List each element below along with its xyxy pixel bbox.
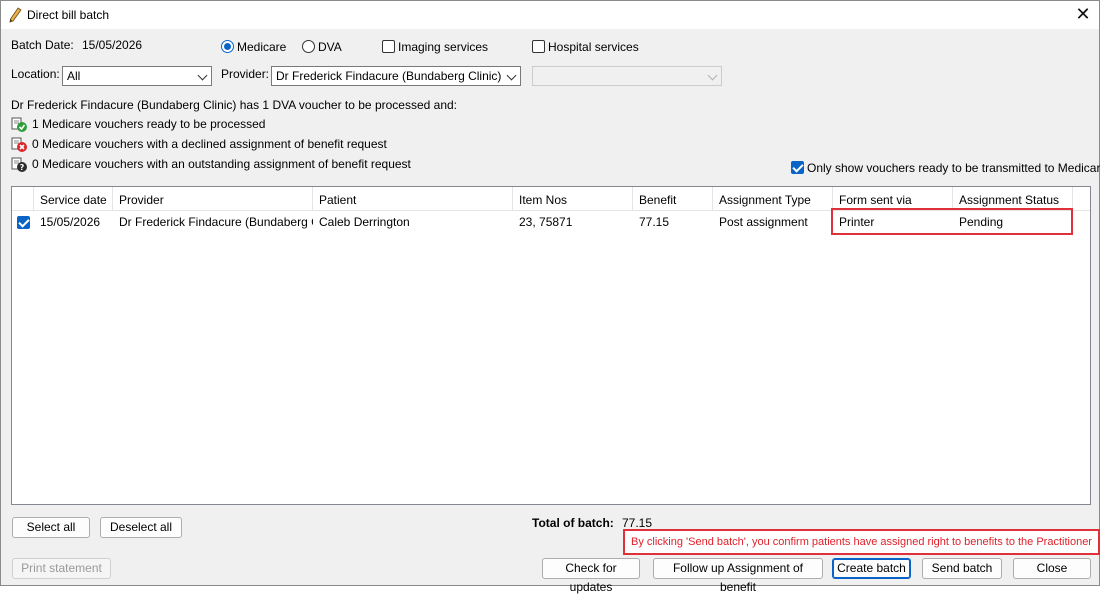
dva-radio-label[interactable]: DVA (318, 40, 342, 54)
print-statement-button: Print statement (12, 558, 111, 579)
summary-heading: Dr Frederick Findacure (Bundaberg Clinic… (11, 98, 457, 112)
medicare-radio[interactable] (221, 40, 234, 53)
close-window-icon[interactable]: ✕ (1071, 3, 1095, 25)
imaging-services-checkbox[interactable] (382, 40, 395, 53)
batch-date-label: Batch Date: (11, 38, 74, 52)
deselect-all-button[interactable]: Deselect all (100, 517, 182, 538)
row-select-checkbox[interactable] (17, 216, 30, 229)
close-button[interactable]: Close (1013, 558, 1091, 579)
provider-label: Provider: (221, 67, 270, 81)
batch-date-value: 15/05/2026 (82, 38, 143, 52)
declined-vouchers-text: 0 Medicare vouchers with a declined assi… (32, 137, 387, 151)
imaging-services-label[interactable]: Imaging services (398, 40, 488, 54)
provider-select-value: Dr Frederick Findacure (Bundaberg Clinic… (276, 69, 502, 83)
location-select[interactable]: All (62, 66, 212, 86)
svg-text:?: ? (20, 163, 25, 172)
cell-patient: Caleb Derrington (319, 215, 410, 229)
dva-radio[interactable] (302, 40, 315, 53)
medicare-radio-label[interactable]: Medicare (237, 40, 286, 54)
hospital-services-label[interactable]: Hospital services (548, 40, 639, 54)
total-of-batch-label: Total of batch: (532, 516, 614, 530)
outstanding-vouchers-text: 0 Medicare vouchers with an outstanding … (32, 157, 411, 171)
send-batch-button[interactable]: Send batch (922, 558, 1002, 579)
chevron-down-icon (197, 70, 208, 81)
declined-x-icon (11, 137, 27, 152)
column-header-provider[interactable]: Provider (113, 187, 313, 211)
follow-up-assignment-button[interactable]: Follow up Assignment of benefit (653, 558, 823, 594)
vouchers-table[interactable]: Service date Provider Patient Item Nos B… (11, 186, 1091, 505)
ready-vouchers-text: 1 Medicare vouchers ready to be processe… (32, 117, 266, 131)
window-title: Direct bill batch (27, 8, 110, 22)
cell-assignment-type: Post assignment (719, 215, 808, 229)
cell-benefit: 77.15 (639, 215, 670, 229)
check-for-updates-button[interactable]: Check for updates (542, 558, 640, 594)
secondary-select (532, 66, 722, 86)
checkbox-column-header (12, 187, 34, 211)
chevron-down-icon (506, 70, 517, 81)
highlight-box (831, 208, 1073, 235)
column-header-benefit[interactable]: Benefit (633, 187, 713, 211)
select-all-button[interactable]: Select all (12, 517, 90, 538)
column-header-service-date[interactable]: Service date (34, 187, 113, 211)
location-select-value: All (67, 69, 81, 83)
column-header-item-nos[interactable]: Item Nos (513, 187, 633, 211)
total-of-batch-value: 77.15 (622, 516, 653, 530)
chevron-down-icon (707, 70, 718, 81)
outstanding-question-icon: ? (11, 157, 27, 172)
create-batch-button[interactable]: Create batch (832, 558, 911, 579)
only-show-ready-checkbox[interactable] (791, 161, 804, 174)
cell-item-nos: 23, 75871 (519, 215, 573, 229)
column-header-patient[interactable]: Patient (313, 187, 513, 211)
ready-check-icon (11, 117, 27, 132)
title-bar: Direct bill batch ✕ (1, 1, 1099, 29)
direct-bill-batch-window: Direct bill batch ✕ Batch Date: 15/05/20… (0, 0, 1100, 594)
column-header-assignment-type[interactable]: Assignment Type (713, 187, 833, 211)
provider-select[interactable]: Dr Frederick Findacure (Bundaberg Clinic… (271, 66, 521, 86)
send-batch-notice: By clicking 'Send batch', you confirm pa… (623, 529, 1100, 555)
hospital-services-checkbox[interactable] (532, 40, 545, 53)
location-label: Location: (11, 67, 60, 81)
cell-provider: Dr Frederick Findacure (Bundaberg Cl... (119, 215, 313, 229)
pen-app-icon (9, 7, 22, 23)
cell-service-date: 15/05/2026 (40, 215, 101, 229)
only-show-ready-label[interactable]: Only show vouchers ready to be transmitt… (807, 161, 1100, 175)
